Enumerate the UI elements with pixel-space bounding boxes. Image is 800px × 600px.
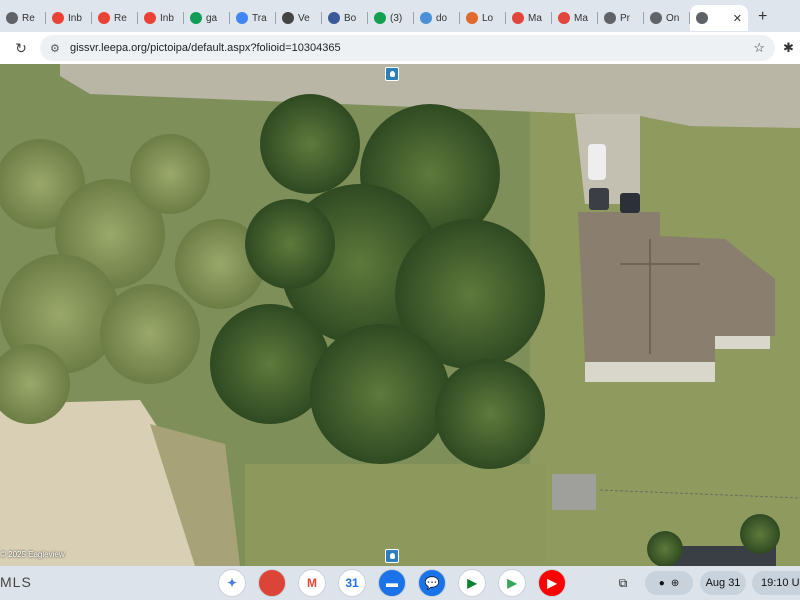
- tab-8[interactable]: (3): [368, 5, 414, 31]
- tab-2[interactable]: Re: [92, 5, 138, 31]
- translate-icon: [236, 12, 248, 24]
- add-circle-icon[interactable]: ⊕: [671, 578, 679, 589]
- date-display[interactable]: Aug 31: [700, 571, 746, 595]
- tab-label: do: [436, 12, 448, 24]
- globe-icon: [696, 12, 708, 24]
- tab-label: (3): [390, 12, 403, 24]
- tab-label: Bo: [344, 12, 357, 24]
- gmail-icon: [144, 12, 156, 24]
- tab-5[interactable]: Tra: [230, 5, 276, 31]
- tab-label: Re: [22, 12, 35, 24]
- site-info-icon[interactable]: ⚙: [50, 42, 62, 55]
- gmail-icon: [52, 12, 64, 24]
- tab-strip: Re Inb Re Inb ga Tra Ve Bo (3) do Lo Ma Ma Pr On ✕ +: [0, 0, 800, 32]
- dark-car: [589, 188, 609, 210]
- files-icon[interactable]: ▬: [378, 569, 406, 597]
- red-c-icon: [558, 12, 570, 24]
- os-shelf: MLS ✦ M 31 ▬ 💬 ▶ ▶ ▶ ⧉ ● ⊕ Aug 31 19:10 U: [0, 566, 800, 600]
- imagery-copyright: © 2025 Eagleview: [0, 550, 65, 559]
- time-suffix: U: [791, 577, 800, 589]
- gmail-icon[interactable]: M: [298, 569, 326, 597]
- shed-roof: [552, 474, 596, 510]
- new-tab-button[interactable]: +: [758, 8, 767, 26]
- clock-display[interactable]: 19:10 U: [752, 571, 800, 595]
- tab-14[interactable]: On: [644, 5, 690, 31]
- chrome-icon[interactable]: [258, 569, 286, 597]
- tab-9[interactable]: do: [414, 5, 460, 31]
- globe-icon: [604, 12, 616, 24]
- tab-4[interactable]: ga: [184, 5, 230, 31]
- tab-label: Pr: [620, 12, 630, 24]
- tab-12[interactable]: Ma: [552, 5, 598, 31]
- globe-icon: [650, 12, 662, 24]
- at-icon: [282, 12, 294, 24]
- messages-icon[interactable]: 💬: [418, 569, 446, 597]
- green-circle-icon: [374, 12, 386, 24]
- youtube-icon[interactable]: ▶: [538, 569, 566, 597]
- shelf-apps: ✦ M 31 ▬ 💬 ▶ ▶ ▶: [218, 569, 566, 597]
- calendar-icon[interactable]: 31: [338, 569, 366, 597]
- box-icon: [466, 12, 478, 24]
- tab-label: Ma: [528, 12, 542, 24]
- tab-7[interactable]: Bo: [322, 5, 368, 31]
- bookmark-star-icon[interactable]: ☆: [753, 40, 765, 56]
- tab-label: Inb: [68, 12, 82, 24]
- extensions-icon[interactable]: ✱: [783, 40, 794, 56]
- tab-11[interactable]: Ma: [506, 5, 552, 31]
- reload-icon[interactable]: ↻: [6, 40, 36, 57]
- tab-label: Tra: [252, 12, 267, 24]
- meet-icon[interactable]: ▶: [458, 569, 486, 597]
- sheets-plus-icon: [190, 12, 202, 24]
- tab-label: Lo: [482, 12, 494, 24]
- blue-sphere-icon: [328, 12, 340, 24]
- tab-10[interactable]: Lo: [460, 5, 506, 31]
- play-store-icon[interactable]: ▶: [498, 569, 526, 597]
- screen-capture-icon[interactable]: ⧉: [612, 572, 634, 594]
- mls-label: MLS: [0, 574, 32, 590]
- url-text: gissvr.leepa.org/pictoipa/default.aspx?f…: [70, 42, 341, 54]
- gemini-icon[interactable]: ✦: [218, 569, 246, 597]
- tab-label: On: [666, 12, 680, 24]
- aerial-map[interactable]: © 2025 Eagleview: [0, 64, 800, 566]
- white-car: [588, 144, 606, 180]
- tab-3[interactable]: Inb: [138, 5, 184, 31]
- map-navigation-marker-top[interactable]: [385, 67, 399, 81]
- red-c-icon: [512, 12, 524, 24]
- tab-active[interactable]: ✕: [690, 5, 748, 31]
- tab-label: Inb: [160, 12, 174, 24]
- tab-label: ga: [206, 12, 218, 24]
- tab-1[interactable]: Inb: [46, 5, 92, 31]
- map-navigation-marker-bottom[interactable]: [385, 549, 399, 563]
- address-bar[interactable]: ⚙ gissvr.leepa.org/pictoipa/default.aspx…: [40, 35, 775, 61]
- tab-13[interactable]: Pr: [598, 5, 644, 31]
- record-icon[interactable]: ●: [659, 578, 665, 589]
- tab-label: Re: [114, 12, 127, 24]
- tab-0[interactable]: Re: [0, 5, 46, 31]
- smile-icon: [420, 12, 432, 24]
- tab-6[interactable]: Ve: [276, 5, 322, 31]
- time-text: 19:10: [761, 577, 789, 589]
- gmail-icon: [98, 12, 110, 24]
- dark-car-2: [620, 193, 640, 213]
- browser-toolbar: ↻ ⚙ gissvr.leepa.org/pictoipa/default.as…: [0, 32, 800, 64]
- tray-controls[interactable]: ● ⊕: [645, 571, 693, 595]
- tab-label: Ma: [574, 12, 588, 24]
- tab-label: Ve: [298, 12, 310, 24]
- aerial-imagery: [0, 64, 800, 566]
- close-tab-icon[interactable]: ✕: [733, 12, 742, 25]
- page-icon: [6, 12, 18, 24]
